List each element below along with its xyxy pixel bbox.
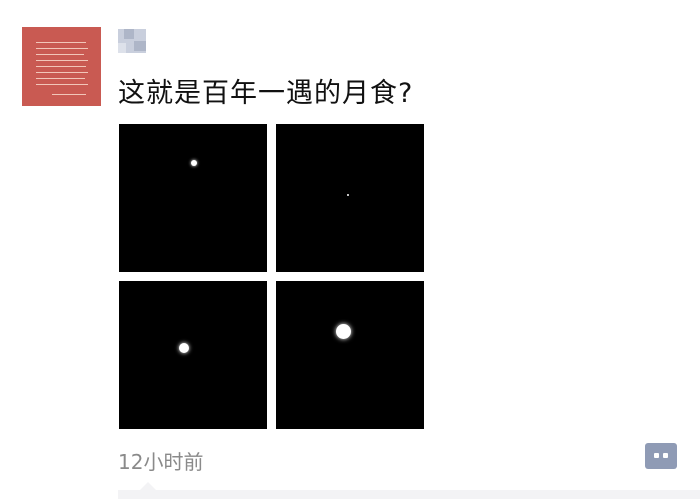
username-blurred[interactable] bbox=[118, 29, 146, 53]
photo-thumbnail-1[interactable] bbox=[119, 124, 267, 272]
photo-thumbnail-3[interactable] bbox=[119, 281, 267, 429]
comment-area-caret bbox=[140, 482, 156, 490]
moon-dot bbox=[179, 343, 189, 353]
photo-thumbnail-2[interactable] bbox=[276, 124, 424, 272]
comment-dots-icon[interactable] bbox=[645, 443, 677, 469]
avatar[interactable] bbox=[22, 27, 101, 106]
post-text: 这就是百年一遇的月食? bbox=[118, 78, 414, 109]
comment-area bbox=[118, 482, 700, 499]
moon-dot bbox=[336, 324, 351, 339]
moon-dot bbox=[347, 194, 349, 196]
moon-dot bbox=[191, 160, 197, 166]
photo-thumbnail-4[interactable] bbox=[276, 281, 424, 429]
post-timestamp: 12小时前 bbox=[118, 450, 204, 474]
